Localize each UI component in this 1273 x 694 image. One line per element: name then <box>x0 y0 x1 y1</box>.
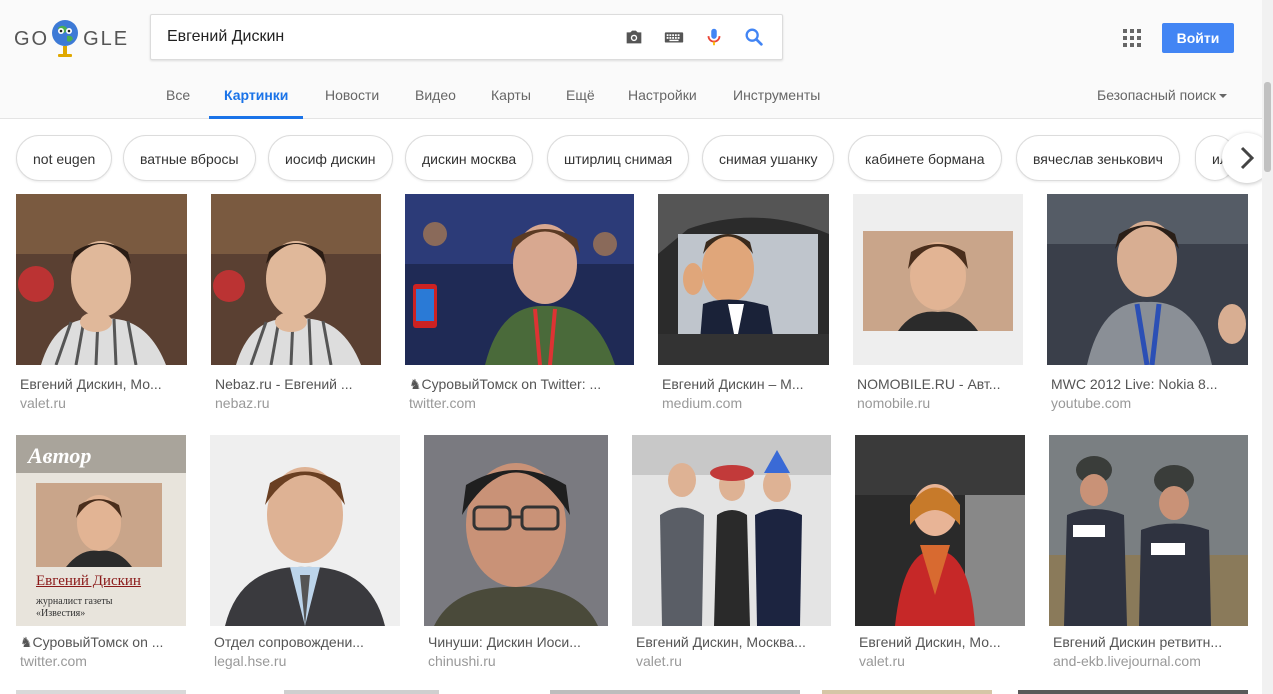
result-site: valet.ru <box>636 653 682 669</box>
page-scrollbar[interactable] <box>1262 0 1273 694</box>
result-title[interactable]: Евгений Дискин – M... <box>662 376 827 392</box>
related-chip[interactable]: not eugen <box>16 135 113 181</box>
image-result[interactable]: Автор Евгений Дискин журналист газеты «И… <box>16 435 186 675</box>
book-photo <box>36 483 162 567</box>
search-icon[interactable] <box>743 26 765 48</box>
microphone-icon[interactable] <box>703 26 725 48</box>
image-result[interactable]: Евгений Дискин, Мо... valet.ru <box>855 435 1025 675</box>
related-chip[interactable]: иосиф дискин <box>268 135 393 181</box>
tab-tools[interactable]: Инструменты <box>733 80 820 116</box>
result-title[interactable]: ♞СуровыйТомск on Twitter: ... <box>409 376 631 393</box>
related-chip[interactable]: дискин москва <box>405 135 534 181</box>
tab-news[interactable]: Новости <box>325 80 379 116</box>
book-name: Евгений Дискин <box>36 573 141 589</box>
result-title[interactable]: Отдел сопровождени... <box>214 634 398 650</box>
image-result[interactable]: Евгений Дискин, Мо... valet.ru <box>16 194 187 414</box>
result-thumbnail[interactable] <box>1047 194 1248 365</box>
result-title[interactable]: NOMOBILE.RU - Авт... <box>857 376 1021 392</box>
search-input[interactable] <box>151 15 601 59</box>
result-site: legal.hse.ru <box>214 653 287 669</box>
result-thumbnail[interactable] <box>210 435 400 626</box>
result-thumbnail[interactable] <box>855 435 1025 626</box>
result-site: nebaz.ru <box>215 395 270 411</box>
apps-grid-icon[interactable] <box>1123 29 1141 47</box>
next-row-peek <box>16 690 1248 694</box>
search-box <box>150 14 783 60</box>
image-result[interactable]: MWC 2012 Live: Nokia 8... youtube.com <box>1047 194 1248 414</box>
image-result[interactable]: Евгений Дискин – M... medium.com <box>658 194 829 414</box>
image-result[interactable]: Евгений Дискин, Москва... valet.ru <box>632 435 831 675</box>
related-chip[interactable]: штирлиц снимая <box>547 135 690 181</box>
result-site: nomobile.ru <box>857 395 931 411</box>
keyboard-icon[interactable] <box>663 26 685 48</box>
result-thumbnail[interactable] <box>632 435 831 626</box>
result-title[interactable]: Евгений Дискин ретвитн... <box>1053 634 1246 650</box>
result-title[interactable]: Чинуши: Дискин Иоси... <box>428 634 606 650</box>
result-title[interactable]: Евгений Дискин, Мо... <box>859 634 1023 650</box>
result-site: valet.ru <box>20 395 66 411</box>
tab-video[interactable]: Видео <box>415 80 456 116</box>
result-thumbnail[interactable]: Автор Евгений Дискин журналист газеты «И… <box>16 435 186 626</box>
tab-maps[interactable]: Карты <box>491 80 531 116</box>
image-result[interactable]: Nebaz.ru - Евгений ... nebaz.ru <box>211 194 381 414</box>
result-thumbnail[interactable] <box>658 194 829 365</box>
header: GO GLE Евгений Дискин Войти Все Картинки… <box>0 0 1273 119</box>
result-site: twitter.com <box>20 653 87 669</box>
book-top-text: Автор <box>28 443 92 468</box>
result-title[interactable]: Евгений Дискин, Москва... <box>636 634 829 650</box>
camera-icon[interactable] <box>623 26 645 48</box>
result-title[interactable]: ♞СуровыйТомск on ... <box>20 634 184 651</box>
result-site: twitter.com <box>409 395 476 411</box>
scrollbar-thumb[interactable] <box>1264 82 1271 172</box>
result-thumbnail[interactable] <box>424 435 608 626</box>
globe-icon <box>52 20 78 57</box>
related-chip[interactable]: ватные вбросы <box>123 135 256 181</box>
login-button[interactable]: Войти <box>1162 23 1234 53</box>
image-result[interactable]: Чинуши: Дискин Иоси... chinushi.ru <box>424 435 608 675</box>
result-site: youtube.com <box>1051 395 1132 411</box>
result-title[interactable]: MWC 2012 Live: Nokia 8... <box>1051 376 1241 392</box>
result-thumbnail[interactable] <box>1049 435 1248 626</box>
tab-images[interactable]: Картинки <box>209 80 304 119</box>
image-result[interactable]: Евгений Дискин ретвитн... and-ekb.livejo… <box>1049 435 1248 675</box>
tab-all[interactable]: Все <box>166 80 190 116</box>
result-site: valet.ru <box>859 653 905 669</box>
google-doodle-logo[interactable]: GO GLE <box>14 18 132 60</box>
result-site: chinushi.ru <box>428 653 496 669</box>
related-chip[interactable]: снимая ушанку <box>702 135 835 181</box>
tab-settings[interactable]: Настройки <box>628 80 697 116</box>
result-title[interactable]: Евгений Дискин, Мо... <box>20 376 185 392</box>
related-chip[interactable]: кабинете бормана <box>848 135 1002 181</box>
result-site: medium.com <box>662 395 743 411</box>
result-title[interactable]: Nebaz.ru - Евгений ... <box>215 376 379 392</box>
result-thumbnail[interactable] <box>211 194 381 365</box>
result-thumbnail[interactable] <box>405 194 634 365</box>
related-chip[interactable]: вячеслав зенькович <box>1016 135 1180 181</box>
book-caption-1: журналист газеты <box>36 596 113 607</box>
tab-more[interactable]: Ещё <box>566 80 595 116</box>
image-result[interactable]: NOMOBILE.RU - Авт... nomobile.ru <box>853 194 1023 414</box>
safe-search-toggle[interactable]: Безопасный поиск <box>1097 80 1227 110</box>
image-result[interactable]: ♞СуровыйТомск on Twitter: ... twitter.co… <box>405 194 634 414</box>
book-caption-2: «Известия» <box>36 608 86 619</box>
result-thumbnail[interactable] <box>16 194 187 365</box>
image-result[interactable]: Отдел сопровождени... legal.hse.ru <box>210 435 400 675</box>
result-thumbnail[interactable] <box>853 194 1023 365</box>
result-site: and-ekb.livejournal.com <box>1053 653 1201 669</box>
caret-down-icon <box>1218 94 1227 99</box>
